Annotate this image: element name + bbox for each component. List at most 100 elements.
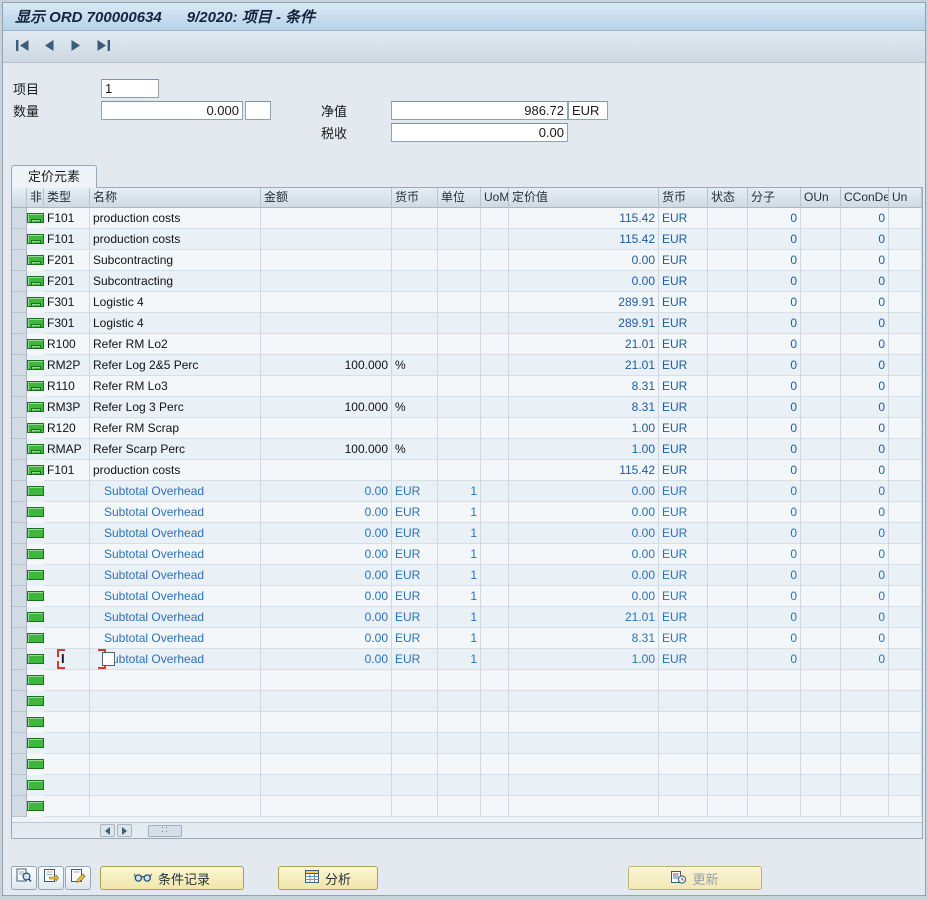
cell-un xyxy=(889,733,922,754)
table-row[interactable]: Subtotal Overhead 0.00 EUR 1 1.00 EUR 0 0 I xyxy=(12,649,922,670)
row-select-header[interactable] xyxy=(12,188,27,208)
condition-detail-button[interactable] xyxy=(11,866,37,890)
table-row[interactable]: F301 Logistic 4 289.91 EUR 0 0 xyxy=(12,313,922,334)
horizontal-scrollbar[interactable]: ∷ xyxy=(12,822,922,838)
cell-crcy xyxy=(392,313,438,334)
table-row[interactable]: Subtotal Overhead 0.00 EUR 1 0.00 EUR 0 0 xyxy=(12,523,922,544)
table-row[interactable]: Subtotal Overhead 0.00 EUR 1 0.00 EUR 0 0 xyxy=(12,586,922,607)
table-row[interactable]: F101 production costs 115.42 EUR 0 0 xyxy=(12,460,922,481)
cell-curr: EUR xyxy=(659,397,708,418)
scroll-right-button[interactable] xyxy=(117,824,132,837)
cell-value: 21.01 xyxy=(509,334,659,355)
row-select-cell[interactable] xyxy=(12,292,27,313)
row-select-cell[interactable] xyxy=(12,271,27,292)
condition-change-button[interactable] xyxy=(65,866,91,890)
column-header-crcy[interactable]: 货币 xyxy=(392,188,438,208)
table-row[interactable]: Subtotal Overhead 0.00 EUR 1 0.00 EUR 0 0 xyxy=(12,565,922,586)
next-record-button[interactable] xyxy=(65,36,87,58)
row-select-cell[interactable] xyxy=(12,481,27,502)
table-row[interactable]: Subtotal Overhead 0.00 EUR 1 21.01 EUR 0 0 xyxy=(12,607,922,628)
table-row[interactable]: Subtotal Overhead 0.00 EUR 1 8.31 EUR 0 0 xyxy=(12,628,922,649)
row-select-cell[interactable] xyxy=(12,649,27,670)
column-header-uom[interactable]: UoM xyxy=(481,188,509,208)
row-select-cell[interactable] xyxy=(12,250,27,271)
edit-cell-box[interactable] xyxy=(102,652,115,666)
table-row[interactable]: F301 Logistic 4 289.91 EUR 0 0 xyxy=(12,292,922,313)
table-row[interactable]: Subtotal Overhead 0.00 EUR 1 0.00 EUR 0 0 xyxy=(12,481,922,502)
quantity-unit-field[interactable] xyxy=(245,101,271,120)
cell-amount xyxy=(261,712,392,733)
table-row[interactable]: RM2P Refer Log 2&5 Perc 100.000% 21.01 EUR 0 0 xyxy=(12,355,922,376)
row-select-cell[interactable] xyxy=(12,565,27,586)
cell-type: F201 xyxy=(44,271,90,292)
tax-field[interactable] xyxy=(391,123,568,142)
row-select-cell[interactable] xyxy=(12,586,27,607)
row-select-cell[interactable] xyxy=(12,397,27,418)
cell-uom xyxy=(481,649,509,670)
previous-record-button[interactable] xyxy=(38,36,60,58)
cell-crcy xyxy=(392,376,438,397)
column-header-value[interactable]: 定价值 xyxy=(509,188,659,208)
green-status-icon xyxy=(31,366,41,369)
row-select-cell[interactable] xyxy=(12,460,27,481)
row-select-cell[interactable] xyxy=(12,544,27,565)
update-button[interactable]: 更新 xyxy=(628,866,762,890)
column-header-curr[interactable]: 货币 xyxy=(659,188,708,208)
row-select-cell[interactable] xyxy=(12,229,27,250)
column-header-oun[interactable]: OUn xyxy=(801,188,841,208)
column-header-num[interactable]: 分子 xyxy=(748,188,801,208)
row-select-cell[interactable] xyxy=(12,502,27,523)
row-select-cell[interactable] xyxy=(12,376,27,397)
row-select-cell[interactable] xyxy=(12,355,27,376)
table-row[interactable]: RMAP Refer Scarp Perc 100.000% 1.00 EUR 0 0 xyxy=(12,439,922,460)
row-select-cell[interactable] xyxy=(12,439,27,460)
magnifier-document-icon xyxy=(16,868,32,888)
table-row[interactable]: F201 Subcontracting 0.00 EUR 0 0 xyxy=(12,271,922,292)
table-row[interactable]: F201 Subcontracting 0.00 EUR 0 0 xyxy=(12,250,922,271)
column-header-per[interactable]: 单位 xyxy=(438,188,481,208)
row-select-cell[interactable] xyxy=(12,313,27,334)
row-select-cell[interactable] xyxy=(12,208,27,229)
clipboard-clock-icon xyxy=(671,870,687,887)
cell-curr: EUR xyxy=(659,502,708,523)
table-row[interactable]: F101 production costs 115.42 EUR 0 0 xyxy=(12,229,922,250)
cell-stat xyxy=(708,565,748,586)
column-header-cconde[interactable]: CConDe xyxy=(841,188,889,208)
row-select-cell[interactable] xyxy=(12,607,27,628)
column-header-un[interactable]: Un xyxy=(889,188,922,208)
cell-value: 0.00 xyxy=(509,250,659,271)
scroll-left-button[interactable] xyxy=(100,824,115,837)
row-select-cell[interactable] xyxy=(12,334,27,355)
column-header-type[interactable]: 类型 xyxy=(44,188,90,208)
cell-cconde: 0 xyxy=(841,334,889,355)
net-value-field[interactable] xyxy=(391,101,568,120)
tab-pricing-elements[interactable]: 定价元素 xyxy=(11,165,98,188)
table-row[interactable]: RM3P Refer Log 3 Perc 100.000% 8.31 EUR 0 0 xyxy=(12,397,922,418)
column-header-name[interactable]: 名称 xyxy=(90,188,261,208)
table-row[interactable]: Subtotal Overhead 0.00 EUR 1 0.00 EUR 0 0 xyxy=(12,502,922,523)
cell-num: 0 xyxy=(748,460,801,481)
item-field[interactable] xyxy=(101,79,159,98)
condition-copy-button[interactable] xyxy=(38,866,64,890)
scroll-left-icon xyxy=(105,826,110,835)
net-currency-field[interactable] xyxy=(568,101,608,120)
condition-record-button[interactable]: 条件记录 xyxy=(100,866,244,890)
column-header-amount[interactable]: 金额 xyxy=(261,188,392,208)
cell-uom xyxy=(481,586,509,607)
table-row[interactable]: R110 Refer RM Lo3 8.31 EUR 0 0 xyxy=(12,376,922,397)
column-header-led[interactable]: 非. xyxy=(27,188,44,208)
table-row[interactable]: Subtotal Overhead 0.00 EUR 1 0.00 EUR 0 0 xyxy=(12,544,922,565)
cell-value: 0.00 xyxy=(509,544,659,565)
last-record-button[interactable] xyxy=(92,36,114,58)
scrollbar-thumb[interactable]: ∷ xyxy=(148,824,182,837)
row-select-cell[interactable] xyxy=(12,523,27,544)
analysis-button[interactable]: 分析 xyxy=(278,866,378,890)
column-header-stat[interactable]: 状态 xyxy=(708,188,748,208)
row-select-cell[interactable] xyxy=(12,418,27,439)
first-record-button[interactable] xyxy=(11,36,33,58)
table-row[interactable]: R100 Refer RM Lo2 21.01 EUR 0 0 xyxy=(12,334,922,355)
row-select-cell[interactable] xyxy=(12,628,27,649)
quantity-field[interactable] xyxy=(101,101,243,120)
table-row[interactable]: R120 Refer RM Scrap 1.00 EUR 0 0 xyxy=(12,418,922,439)
table-row[interactable]: F101 production costs 115.42 EUR 0 0 xyxy=(12,208,922,229)
